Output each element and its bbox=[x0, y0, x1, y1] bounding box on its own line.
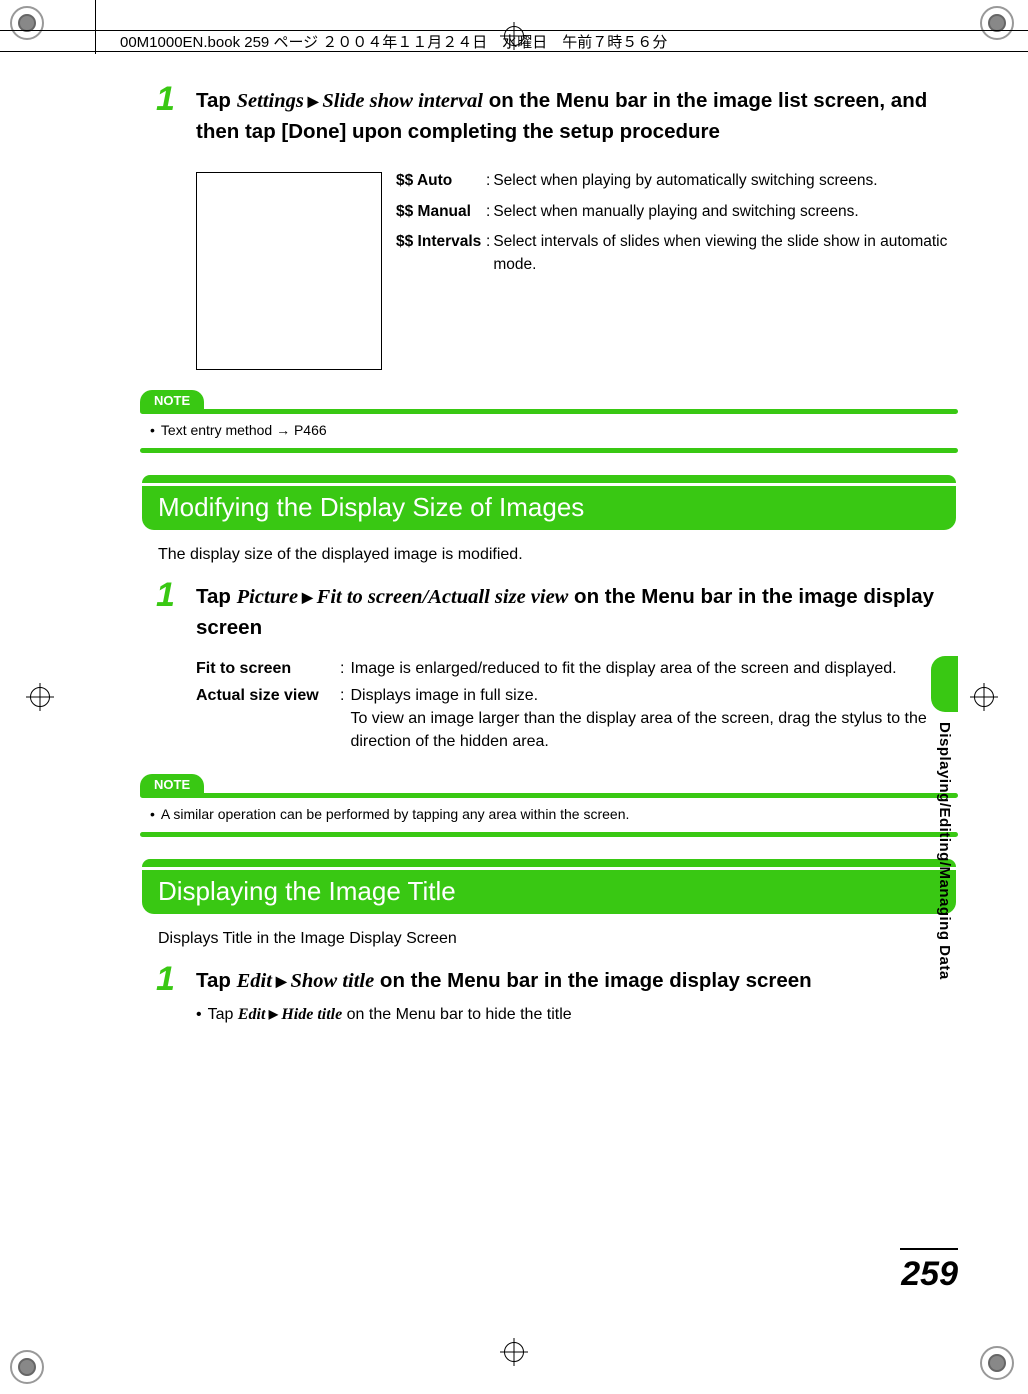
section-bar-top bbox=[142, 859, 956, 867]
option-manual: $$ Manual : Select when manually playing… bbox=[396, 201, 958, 223]
triangle-icon: ▶ bbox=[265, 1007, 281, 1021]
menu-path-settings: Settings bbox=[237, 90, 304, 112]
note-bottom-bar bbox=[140, 832, 958, 837]
page-number: 259 bbox=[901, 1255, 958, 1294]
menu-path-picture: Picture bbox=[237, 586, 299, 608]
manual-page: 00M1000EN.book 259 ページ ２００４年１１月２４日 水曜日 午… bbox=[0, 0, 1028, 1394]
note-block: NOTE • A similar operation can be perform… bbox=[140, 774, 958, 837]
menu-path-edit: Edit bbox=[237, 970, 272, 992]
def-desc: Image is enlarged/reduced to fit the dis… bbox=[350, 657, 896, 680]
section-bar-top bbox=[142, 475, 956, 483]
options-block: $$ Auto : Select when playing by automat… bbox=[140, 152, 958, 370]
note-label: NOTE bbox=[140, 390, 204, 411]
registration-mark-br bbox=[980, 1346, 1014, 1380]
step-show-title: 1 Tap Edit ▶ Show title on the Menu bar … bbox=[140, 966, 958, 1025]
colon: : bbox=[340, 657, 344, 680]
crop-cross-bottom bbox=[500, 1338, 528, 1366]
triangle-icon: ▶ bbox=[298, 589, 317, 605]
text: Tap bbox=[208, 1006, 238, 1023]
option-desc: Select intervals of slides when viewing … bbox=[493, 231, 958, 276]
text: on the Menu bar to hide the title bbox=[342, 1006, 571, 1023]
option-desc: Select when playing by automatically swi… bbox=[493, 170, 877, 192]
option-auto: $$ Auto : Select when playing by automat… bbox=[396, 170, 958, 192]
section-intro: Displays Title in the Image Display Scre… bbox=[158, 930, 958, 948]
bullet-icon: • bbox=[150, 806, 155, 822]
text: Tap bbox=[196, 969, 237, 992]
colon: : bbox=[486, 201, 490, 223]
menu-path-hide-title: Hide title bbox=[281, 1006, 342, 1023]
page-number-rule bbox=[900, 1248, 958, 1250]
options-list: $$ Auto : Select when playing by automat… bbox=[396, 170, 958, 370]
running-head-rule: 00M1000EN.book 259 ページ ２００４年１１月２４日 水曜日 午… bbox=[0, 30, 1028, 52]
triangle-icon: ▶ bbox=[304, 93, 323, 109]
menu-path-edit: Edit bbox=[238, 1006, 266, 1023]
def-fit-to-screen: Fit to screen : Image is enlarged/reduce… bbox=[196, 657, 958, 680]
def-label: Fit to screen bbox=[196, 657, 340, 680]
option-intervals: $$ Intervals : Select intervals of slide… bbox=[396, 231, 958, 276]
sub-bullet: • Tap Edit ▶ Hide title on the Menu bar t… bbox=[196, 1006, 958, 1024]
colon: : bbox=[486, 231, 490, 276]
colon: : bbox=[340, 684, 344, 754]
step-number: 1 bbox=[156, 576, 175, 615]
colon: : bbox=[486, 170, 490, 192]
section-displaying-image-title: Displaying the Image Title bbox=[140, 859, 958, 914]
note-label: NOTE bbox=[140, 774, 204, 795]
note-body: • Text entry method → P466 bbox=[140, 414, 958, 448]
note-text: Text entry method → P466 bbox=[161, 422, 327, 438]
section-title: Displaying the Image Title bbox=[142, 870, 956, 914]
option-label: $$ Intervals bbox=[396, 231, 486, 276]
crop-cross-right bbox=[970, 683, 998, 711]
menu-path-show-title: Show title bbox=[291, 970, 375, 992]
screenshot-placeholder bbox=[196, 172, 382, 370]
option-label: $$ Auto bbox=[396, 170, 486, 192]
def-desc: Displays image in full size. To view an … bbox=[350, 684, 958, 754]
section-intro: The display size of the displayed image … bbox=[158, 546, 958, 564]
side-tab-color bbox=[931, 656, 958, 712]
bullet-icon: • bbox=[150, 422, 155, 438]
triangle-icon: ▶ bbox=[272, 973, 291, 989]
note-bottom-bar bbox=[140, 448, 958, 453]
step-instruction: Tap Settings ▶ Slide show interval on th… bbox=[196, 86, 958, 146]
side-tab-label: Displaying/Editing/Managing Data bbox=[936, 722, 953, 980]
side-tab: Displaying/Editing/Managing Data bbox=[931, 656, 958, 1026]
step-number: 1 bbox=[156, 960, 175, 999]
content-area: 1 Tap Settings ▶ Slide show interval on … bbox=[140, 86, 958, 1294]
step-fit-to-screen: 1 Tap Picture ▶ Fit to screen/Actuall si… bbox=[140, 582, 958, 753]
option-desc: Select when manually playing and switchi… bbox=[493, 201, 858, 223]
running-head: 00M1000EN.book 259 ページ ２００４年１１月２４日 水曜日 午… bbox=[120, 31, 667, 52]
step-slide-show-interval: 1 Tap Settings ▶ Slide show interval on … bbox=[140, 86, 958, 370]
registration-mark-bl bbox=[10, 1350, 44, 1384]
step-instruction: Tap Edit ▶ Show title on the Menu bar in… bbox=[196, 966, 958, 997]
text: Tap bbox=[196, 585, 237, 608]
bullet-icon: • bbox=[196, 1006, 202, 1023]
note-body: • A similar operation can be performed by… bbox=[140, 798, 958, 832]
option-label: $$ Manual bbox=[396, 201, 486, 223]
menu-path-fit-actual: Fit to screen/Actuall size view bbox=[317, 586, 569, 608]
note-block: NOTE • Text entry method → P466 bbox=[140, 390, 958, 453]
def-actual-size: Actual size view : Displays image in ful… bbox=[196, 684, 958, 754]
section-title: Modifying the Display Size of Images bbox=[142, 486, 956, 530]
note-text: A similar operation can be performed by … bbox=[161, 806, 630, 822]
def-label: Actual size view bbox=[196, 684, 340, 754]
text: Tap bbox=[196, 89, 237, 112]
crop-cross-left bbox=[26, 683, 54, 711]
menu-path-slide-show-interval: Slide show interval bbox=[322, 90, 483, 112]
step-instruction: Tap Picture ▶ Fit to screen/Actuall size… bbox=[196, 582, 958, 642]
section-modifying-display-size: Modifying the Display Size of Images bbox=[140, 475, 958, 530]
step-number: 1 bbox=[156, 80, 175, 119]
text: on the Menu bar in the image display scr… bbox=[374, 969, 811, 992]
